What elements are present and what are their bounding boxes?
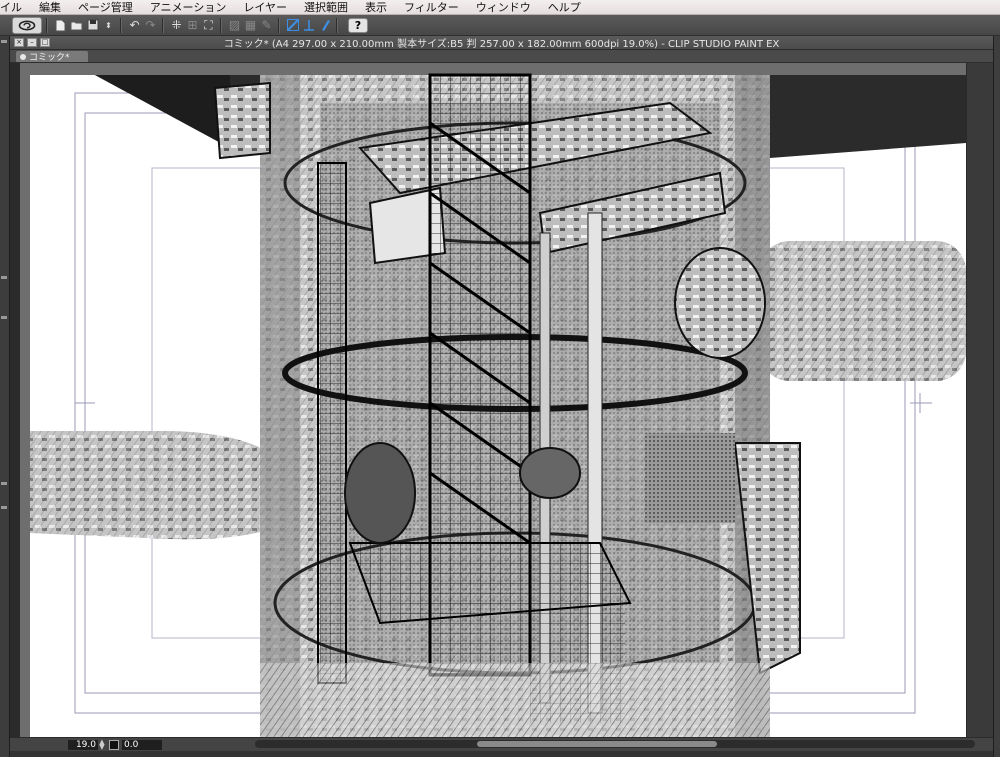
save-icon[interactable] [85,18,100,33]
angle-reset-button[interactable] [109,739,119,750]
panel-grip[interactable] [1,40,7,43]
menu-file[interactable]: イル [0,0,22,15]
command-bar: ⬍ ↶ ↷ ⁜ ⊞ ⛶ ▨ ▦ ✎ ? [0,15,1000,36]
vertical-scrollbar[interactable] [966,63,993,737]
panel-grip[interactable] [1,276,7,279]
toolbar-separator [120,17,122,33]
rotation-angle-field[interactable]: 0.0 [122,739,162,750]
menu-filter[interactable]: フィルター [404,0,459,15]
document-titlebar: × – □ コミック* (A4 297.00 x 210.00mm 製本サイズ:… [10,36,993,50]
window-close-button[interactable]: × [14,38,24,47]
pen-tool-icon[interactable] [317,18,332,33]
clip-studio-logo-icon[interactable] [12,16,42,34]
ruler-snap-icon[interactable] [285,18,300,33]
panel-grip[interactable] [1,316,7,319]
disabled-tool-icon: ▨ [228,18,241,32]
canvas-area[interactable] [20,63,966,737]
horizontal-scrollbar[interactable] [255,740,975,748]
left-panel-strip [0,36,10,757]
window-minimize-button[interactable]: – [27,38,37,47]
document-tab[interactable]: コミック* [16,51,88,63]
menu-edit[interactable]: 編集 [39,0,61,15]
scrollbar-thumb[interactable] [477,741,717,747]
open-folder-icon[interactable] [69,18,84,33]
toolbar-separator [278,17,280,33]
help-button[interactable]: ? [348,17,368,33]
document-title: コミック* (A4 297.00 x 210.00mm 製本サイズ:B5 判 2… [223,39,780,50]
save-options-icon[interactable]: ⬍ [101,18,116,33]
window-maximize-button[interactable]: □ [40,38,50,47]
undo-icon[interactable]: ↶ [127,18,142,33]
document-tab-row: コミック* [10,50,993,63]
menu-animation[interactable]: アニメーション [150,0,227,15]
bottom-strip [10,751,993,757]
menu-page-management[interactable]: ページ管理 [78,0,133,15]
select-move-icon[interactable]: ⁜ [169,18,184,33]
help-icon: ? [354,18,362,32]
toolbar-separator [336,17,338,33]
eraser-icon: ✎ [261,18,272,32]
toolbar-separator [220,17,222,33]
menu-view[interactable]: 表示 [365,0,387,15]
special-ruler-icon[interactable] [301,18,316,33]
disabled-tool-2-icon: ▦ [244,18,257,32]
right-panel-strip [993,36,1000,757]
toolbar-separator [162,17,164,33]
zoom-field[interactable]: 19.0 [68,739,98,750]
zoom-stepper-icon[interactable]: ▲ ▼ [98,738,106,750]
panel-grip[interactable] [1,506,7,509]
redo-icon: ↷ [145,18,156,32]
menu-window[interactable]: ウィンドウ [476,0,531,15]
navigation-status-bar: 19.0 ▲ ▼ 0.0 [10,737,993,751]
tab-close-icon[interactable] [20,53,26,60]
menu-selection[interactable]: 選択範囲 [304,0,348,15]
panel-grip[interactable] [1,482,7,485]
canvas-artwork[interactable] [20,63,966,737]
menu-bar: イル 編集 ページ管理 アニメーション レイヤー 選択範囲 表示 フィルター ウ… [0,0,1000,15]
menu-help[interactable]: ヘルプ [548,0,581,15]
menu-layer[interactable]: レイヤー [243,0,287,15]
toolbar-separator [46,17,48,33]
new-page-icon[interactable] [53,18,68,33]
window-controls: × – □ [14,38,50,47]
scale-icon[interactable]: ⛶ [201,18,216,33]
transform-icon: ⊞ [187,18,198,32]
document-tab-label: コミック* [29,53,70,63]
